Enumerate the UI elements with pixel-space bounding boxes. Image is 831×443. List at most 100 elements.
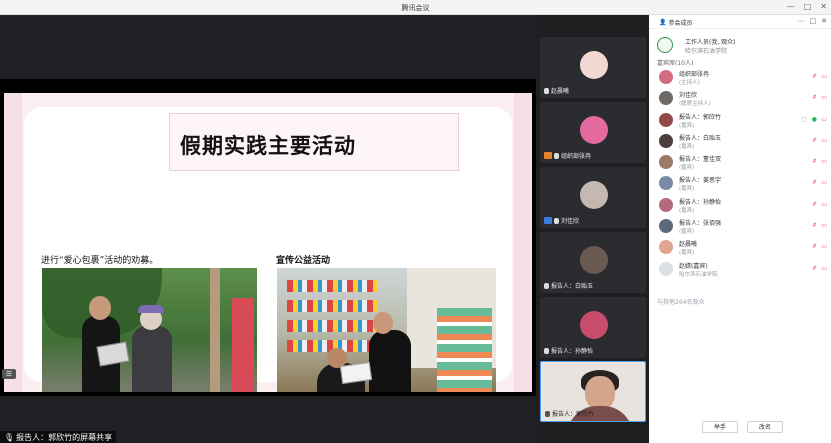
mic-icon bbox=[544, 87, 549, 94]
list-item[interactable]: 赵婧(嘉宾) 哈尔滨石油学院 ✗ ▭ bbox=[649, 259, 831, 280]
member-role: (主持人) bbox=[679, 80, 700, 86]
camera-off-icon[interactable]: ▭ bbox=[821, 265, 827, 272]
raise-hand-button[interactable]: 举手 bbox=[702, 421, 738, 433]
mic-icon bbox=[554, 217, 559, 224]
list-item[interactable]: 赵晨曦 (嘉宾) ✗ ▭ bbox=[649, 237, 831, 258]
paper-shape bbox=[339, 362, 373, 384]
video-tiles-column: 赵晨曦 组织部张冉 刘佳欣 报告人：白贻玉 报告人：孙静怡 报告人：郭欣竹 bbox=[536, 15, 649, 443]
video-tile-active-speaker[interactable]: 报告人：郭欣竹 bbox=[540, 361, 646, 422]
photo-public-welfare bbox=[277, 268, 496, 392]
video-tile[interactable]: 赵晨曦 bbox=[540, 37, 646, 98]
caption-left: 进行“爱心包裹”活动的劝募。 bbox=[41, 256, 159, 266]
volunteer-head bbox=[89, 296, 111, 320]
member-role: (嘉宾) bbox=[679, 122, 695, 129]
slide-title: 假期实践主要活动 bbox=[180, 133, 356, 158]
minimize-icon[interactable]: — bbox=[787, 2, 795, 11]
camera-off-icon[interactable]: ▭ bbox=[821, 73, 827, 80]
tile-name: 报告人：白贻玉 bbox=[551, 283, 594, 290]
mic-muted-icon[interactable]: ✗ bbox=[812, 201, 817, 208]
avatar bbox=[580, 181, 608, 209]
window-title: 腾讯会议 bbox=[401, 4, 430, 12]
tile-name: 组织部张冉 bbox=[561, 153, 592, 160]
member-name: 刘佳欣 bbox=[679, 92, 698, 100]
mic-muted-icon[interactable]: ✗ bbox=[812, 158, 817, 165]
member-name: 报告人：张佰强 bbox=[679, 220, 722, 228]
list-view-button[interactable]: ☰ bbox=[2, 369, 16, 379]
list-item[interactable]: 组织部张冉 (主持人) ✗ ▭ bbox=[649, 67, 831, 88]
avatar bbox=[659, 261, 673, 276]
member-list: 组织部张冉 (主持人) ✗ ▭ 刘佳欣 (联席主持人) ✗ ▭ 报告人：郭欣竹 … bbox=[649, 67, 831, 280]
self-org: 哈尔滨石油学院 bbox=[685, 48, 728, 55]
tile-name: 报告人：孙静怡 bbox=[551, 348, 594, 355]
list-item[interactable]: 报告人：张佰强 (嘉宾) ✗ ▭ bbox=[649, 216, 831, 237]
member-role: (嘉宾) bbox=[679, 143, 695, 150]
list-item[interactable]: 报告人：孙静怡 (嘉宾) ✗ ▭ bbox=[649, 195, 831, 216]
mic-muted-icon[interactable]: ✗ bbox=[812, 222, 817, 229]
avatar bbox=[659, 240, 673, 255]
list-item[interactable]: 刘佳欣 (联席主持人) ✗ ▭ bbox=[649, 88, 831, 109]
close-panel-icon[interactable]: ✕ bbox=[821, 17, 827, 25]
more-icon[interactable]: ⋯ bbox=[798, 17, 805, 25]
video-tile[interactable]: 组织部张冉 bbox=[540, 102, 646, 163]
camera-off-icon[interactable]: ▭ bbox=[821, 94, 827, 101]
speaker-face bbox=[585, 376, 615, 410]
tile-name: 报告人：郭欣竹 bbox=[552, 411, 595, 418]
camera-off-icon[interactable]: ▭ bbox=[821, 179, 827, 186]
popout-icon[interactable]: □ bbox=[810, 17, 817, 25]
shelf-shape bbox=[287, 300, 377, 312]
member-name: 赵晨曦 bbox=[679, 241, 698, 249]
maximize-icon[interactable]: □ bbox=[804, 2, 812, 11]
cohost-badge-icon bbox=[544, 217, 552, 224]
camera-off-icon[interactable]: ▭ bbox=[821, 116, 827, 123]
hat-shape bbox=[138, 305, 164, 313]
panel-header: 👤 参会成员 ⋯ □ ✕ bbox=[649, 15, 831, 29]
avatar bbox=[659, 176, 673, 191]
avatar bbox=[659, 219, 673, 234]
camera-off-icon[interactable]: ▭ bbox=[821, 222, 827, 229]
rename-button[interactable]: 改名 bbox=[747, 421, 783, 433]
share-status: 🎙 报告人：郭欣竹的屏幕共享 bbox=[0, 431, 117, 443]
mic-muted-icon[interactable]: ✗ bbox=[812, 73, 817, 80]
shelf-shape bbox=[287, 280, 377, 292]
member-name: 报告人：郭欣竹 bbox=[679, 113, 722, 121]
camera-off-icon[interactable]: ▭ bbox=[821, 201, 827, 208]
mic-muted-icon[interactable]: ✗ bbox=[812, 243, 817, 250]
camera-off-icon[interactable]: ▭ bbox=[821, 158, 827, 165]
shelf-shape bbox=[287, 320, 377, 332]
mic-muted-icon[interactable]: ✗ bbox=[812, 265, 817, 272]
title-bar: 腾讯会议 — □ ✕ bbox=[0, 0, 831, 15]
list-item[interactable]: 报告人：白贻玉 (嘉宾) ✗ ▭ bbox=[649, 131, 831, 152]
avatar bbox=[580, 246, 608, 274]
list-item[interactable]: 报告人：董佳双 (嘉宾) ✗ ▭ bbox=[649, 152, 831, 173]
mic-icon bbox=[544, 282, 549, 289]
mic-on-icon[interactable]: ● bbox=[812, 116, 817, 123]
mic-icon: 🎙 bbox=[4, 432, 15, 442]
video-tile[interactable]: 报告人：孙静怡 bbox=[540, 297, 646, 358]
audience-count-link[interactable]: 与其他264名观众 bbox=[657, 297, 704, 306]
mic-icon bbox=[545, 410, 550, 417]
participants-panel: 👤 参会成员 ⋯ □ ✕ 工作人员(我, 观众) 哈尔滨石油学院 嘉宾席(10人)… bbox=[649, 15, 831, 443]
camera-off-icon[interactable]: ▭ bbox=[821, 243, 827, 250]
mic-muted-icon[interactable]: ✗ bbox=[812, 179, 817, 186]
screen-share-icon: ▢ bbox=[801, 115, 807, 123]
video-tile[interactable]: 报告人：白贻玉 bbox=[540, 232, 646, 293]
list-item[interactable]: 报告人：郭欣竹 (嘉宾) ▢ ● ▭ bbox=[649, 110, 831, 131]
member-role: (嘉宾) bbox=[679, 165, 695, 172]
close-icon[interactable]: ✕ bbox=[820, 2, 827, 11]
list-item[interactable]: 报告人：姜思宇 (嘉宾) ✗ ▭ bbox=[649, 173, 831, 194]
photo-donation-drive bbox=[42, 268, 257, 392]
avatar bbox=[659, 112, 673, 127]
member-name: 报告人：白贻玉 bbox=[679, 134, 722, 142]
member-name: 赵婧(嘉宾) bbox=[679, 262, 708, 270]
share-status-text: 报告人：郭欣竹的屏幕共享 bbox=[16, 432, 113, 442]
tablet-shape bbox=[96, 341, 130, 367]
mic-muted-icon[interactable]: ✗ bbox=[812, 94, 817, 101]
panel-actions: 举手 改名 bbox=[649, 421, 831, 435]
video-tile[interactable]: 刘佳欣 bbox=[540, 167, 646, 228]
avatar bbox=[580, 51, 608, 79]
shared-screen: 假期实践主要活动 进行“爱心包裹”活动的劝募。 宣传公益活动 bbox=[0, 79, 536, 396]
camera-off-icon[interactable]: ▭ bbox=[821, 137, 827, 144]
member-name: 报告人：姜思宇 bbox=[679, 177, 722, 185]
mic-muted-icon[interactable]: ✗ bbox=[812, 137, 817, 144]
caption-right: 宣传公益活动 bbox=[276, 256, 331, 266]
